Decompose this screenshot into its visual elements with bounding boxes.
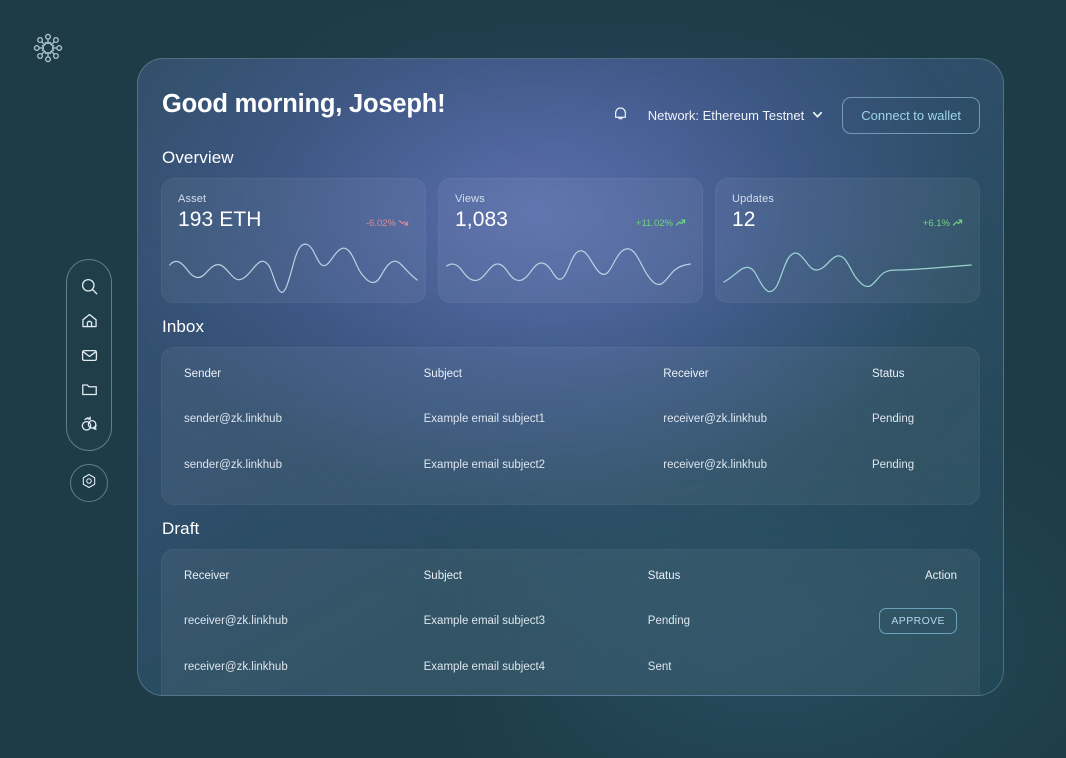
table-row[interactable]: receiver@zk.linkhub Example email subjec… — [184, 598, 957, 644]
column-header-action: Action — [925, 570, 957, 582]
sidebar-nav — [66, 259, 112, 451]
stat-card-label: Asset — [178, 193, 207, 205]
draft-header-row: Receiver Subject Status Action — [184, 554, 957, 598]
status-badge: Pending — [647, 615, 690, 627]
trend-up-icon — [675, 217, 686, 231]
approve-button[interactable]: APPROVE — [879, 608, 957, 634]
inbox-table: Sender Subject Receiver Status sender@zk… — [161, 347, 980, 505]
settings-hex-icon — [79, 471, 99, 496]
cell-receiver: receiver@zk.linkhub — [663, 413, 767, 425]
delta-text: -6.02% — [365, 218, 396, 229]
network-selector[interactable]: Network: Ethereum Testnet — [648, 108, 825, 124]
sparkline-updates — [723, 252, 972, 293]
cell-sender: sender@zk.linkhub — [184, 459, 282, 471]
cell-receiver: receiver@zk.linkhub — [184, 661, 288, 673]
folder-icon — [80, 380, 99, 399]
sidebar-item-settings[interactable] — [70, 464, 108, 502]
dashboard-panel: Good morning, Joseph! Network: Ethereum … — [137, 58, 1004, 696]
sparkline-views — [446, 248, 691, 286]
overview-title: Overview — [162, 148, 234, 167]
sparkline-asset — [169, 243, 418, 293]
home-icon — [80, 311, 99, 330]
cell-subject: Example email subject4 — [423, 661, 546, 673]
column-header-sender: Sender — [184, 368, 222, 380]
draft-table: Receiver Subject Status Action receiver@… — [161, 549, 980, 695]
stat-card-views[interactable]: Views 1,083 +11.02% — [438, 178, 703, 303]
sidebar-item-home[interactable] — [76, 308, 102, 334]
page-title: Good morning, Joseph! — [162, 90, 446, 118]
cell-subject: Example email subject1 — [423, 413, 546, 425]
stat-card-value: 1,083 — [455, 208, 509, 231]
stat-card-asset[interactable]: Asset 193 ETH -6.02% — [161, 178, 426, 303]
swap-icon — [79, 414, 99, 434]
status-badge: Pending — [871, 413, 915, 425]
delta-text: +11.02% — [635, 218, 673, 229]
column-header-receiver: Receiver — [184, 570, 230, 582]
stat-card-delta: +11.02% — [636, 217, 686, 231]
column-header-subject: Subject — [423, 368, 462, 380]
column-header-receiver: Receiver — [663, 368, 709, 380]
table-row[interactable]: sender@zk.linkhub Example email subject1… — [184, 396, 957, 442]
column-header-status: Status — [871, 368, 905, 380]
mail-icon — [80, 346, 99, 365]
sidebar-item-mail[interactable] — [76, 342, 102, 368]
trend-up-icon — [952, 217, 963, 231]
bell-icon[interactable] — [611, 104, 630, 128]
draft-title: Draft — [162, 519, 200, 538]
cell-subject: Example email subject2 — [423, 459, 546, 471]
cell-subject: Example email subject3 — [423, 615, 546, 627]
inbox-title: Inbox — [162, 317, 205, 336]
table-row[interactable]: receiver@zk.linkhub Example email subjec… — [184, 644, 957, 690]
sidebar-item-search[interactable] — [76, 273, 102, 299]
cell-action: APPROVE — [849, 608, 957, 634]
connect-wallet-button[interactable]: Connect to wallet — [842, 97, 980, 134]
cell-sender: sender@zk.linkhub — [184, 413, 282, 425]
stat-card-value: 12 — [732, 208, 756, 231]
stat-card-label: Views — [455, 193, 485, 205]
delta-text: +6.1% — [922, 218, 950, 229]
table-row[interactable]: sender@zk.linkhub Example email subject2… — [184, 442, 957, 488]
overview-cards: Asset 193 ETH -6.02% Views 1,083 +11.02%… — [161, 178, 980, 303]
network-label: Network: Ethereum Testnet — [647, 108, 805, 123]
chevron-down-icon — [811, 108, 824, 124]
stat-card-label: Updates — [732, 193, 775, 205]
panel-header: Good morning, Joseph! Network: Ethereum … — [161, 89, 980, 134]
search-icon — [80, 277, 99, 296]
stat-card-delta: -6.02% — [366, 217, 409, 231]
cell-receiver: receiver@zk.linkhub — [184, 615, 288, 627]
sidebar-item-swap[interactable] — [76, 411, 102, 437]
stat-card-value: 193 ETH — [178, 208, 262, 231]
inbox-header-row: Sender Subject Receiver Status — [184, 352, 957, 396]
trend-down-icon — [398, 217, 409, 231]
status-badge: Pending — [871, 459, 915, 471]
column-header-subject: Subject — [423, 570, 462, 582]
status-badge: Sent — [647, 661, 672, 673]
cell-receiver: receiver@zk.linkhub — [663, 459, 767, 471]
header-actions: Network: Ethereum Testnet Connect to wal… — [611, 89, 980, 134]
sidebar-item-folder[interactable] — [76, 377, 102, 403]
column-header-status: Status — [647, 570, 681, 582]
starburst-logo — [30, 30, 66, 66]
stat-card-updates[interactable]: Updates 12 +6.1% — [715, 178, 980, 303]
stat-card-delta: +6.1% — [923, 217, 963, 231]
